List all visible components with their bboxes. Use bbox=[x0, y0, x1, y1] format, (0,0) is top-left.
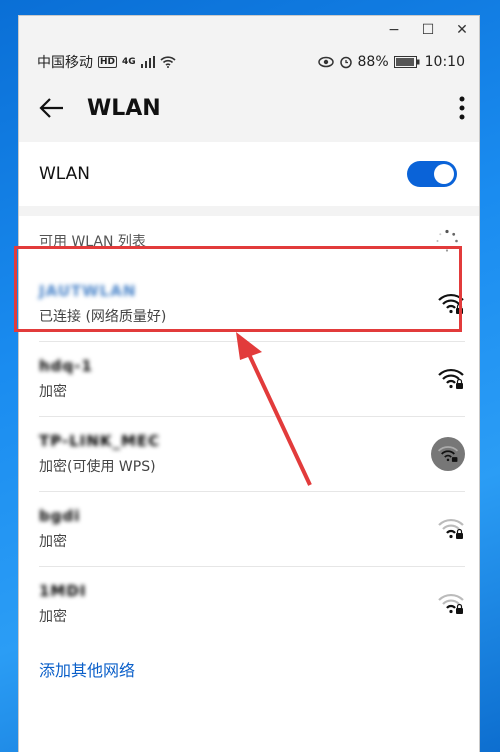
maximize-button[interactable]: ☐ bbox=[411, 16, 445, 44]
network-name: 1MDI bbox=[39, 581, 87, 600]
network-name: TP-LINK_MEC bbox=[39, 431, 161, 450]
carrier-label: 中国移动 bbox=[37, 55, 93, 71]
wifi-locked-icon bbox=[438, 593, 464, 614]
add-other-network-link[interactable]: 添加其他网络 bbox=[19, 641, 479, 697]
wlan-switch[interactable] bbox=[407, 161, 457, 187]
alarm-icon bbox=[339, 56, 352, 69]
network-status: 已连接 (网络质量好) bbox=[39, 308, 167, 325]
wifi-status-icon bbox=[160, 56, 176, 68]
network-name: JAUTWLAN bbox=[39, 281, 137, 300]
page-title: WLAN bbox=[87, 95, 161, 121]
network-item[interactable]: TP-LINK_MEC 加密(可使用 WPS) bbox=[19, 416, 479, 491]
eye-icon bbox=[317, 56, 334, 68]
wifi-locked-icon bbox=[438, 518, 464, 539]
wifi-locked-icon bbox=[438, 368, 464, 389]
network-status: 加密(可使用 WPS) bbox=[39, 458, 156, 475]
list-header-label: 可用 WLAN 列表 bbox=[39, 234, 146, 250]
network-item[interactable]: hdq-1 加密 bbox=[19, 341, 479, 416]
network-item[interactable]: 1MDI 加密 bbox=[19, 566, 479, 641]
network-status: 加密 bbox=[39, 533, 67, 550]
back-arrow-icon[interactable] bbox=[39, 97, 65, 119]
window-controls: − ☐ ✕ bbox=[377, 16, 479, 44]
hd-badge: HD bbox=[98, 56, 118, 68]
clock-time: 10:10 bbox=[424, 54, 465, 70]
network-list: 可用 WLAN 列表 JAUTWLAN 已连接 (网络质量好) hdq-1 加密… bbox=[19, 216, 479, 752]
list-header: 可用 WLAN 列表 bbox=[19, 216, 479, 266]
scanning-spinner-icon bbox=[436, 229, 458, 252]
network-status: 加密 bbox=[39, 383, 67, 400]
wifi-locked-icon bbox=[438, 293, 464, 314]
app-bar: WLAN bbox=[19, 80, 479, 136]
cell-signal-icon bbox=[140, 56, 155, 68]
network-type: 4G bbox=[122, 57, 136, 67]
wlan-toggle-row[interactable]: WLAN bbox=[19, 142, 479, 206]
network-item[interactable]: JAUTWLAN 已连接 (网络质量好) bbox=[19, 266, 479, 341]
close-button[interactable]: ✕ bbox=[445, 16, 479, 44]
battery-percent: 88% bbox=[357, 54, 389, 70]
network-item[interactable]: bgdi 加密 bbox=[19, 491, 479, 566]
more-options-icon[interactable] bbox=[459, 96, 465, 120]
network-name: bgdi bbox=[39, 506, 81, 525]
status-bar: 中国移动 HD 4G 88% 10:10 bbox=[19, 44, 479, 80]
wifi-locked-icon bbox=[431, 436, 465, 471]
network-status: 加密 bbox=[39, 608, 67, 625]
app-window: − ☐ ✕ 中国移动 HD 4G 88% 10:10 WLAN WLAN 可用 … bbox=[18, 15, 480, 752]
wlan-toggle-label: WLAN bbox=[39, 164, 91, 184]
network-name: hdq-1 bbox=[39, 356, 93, 375]
minimize-button[interactable]: − bbox=[377, 16, 411, 44]
battery-icon bbox=[393, 56, 420, 68]
